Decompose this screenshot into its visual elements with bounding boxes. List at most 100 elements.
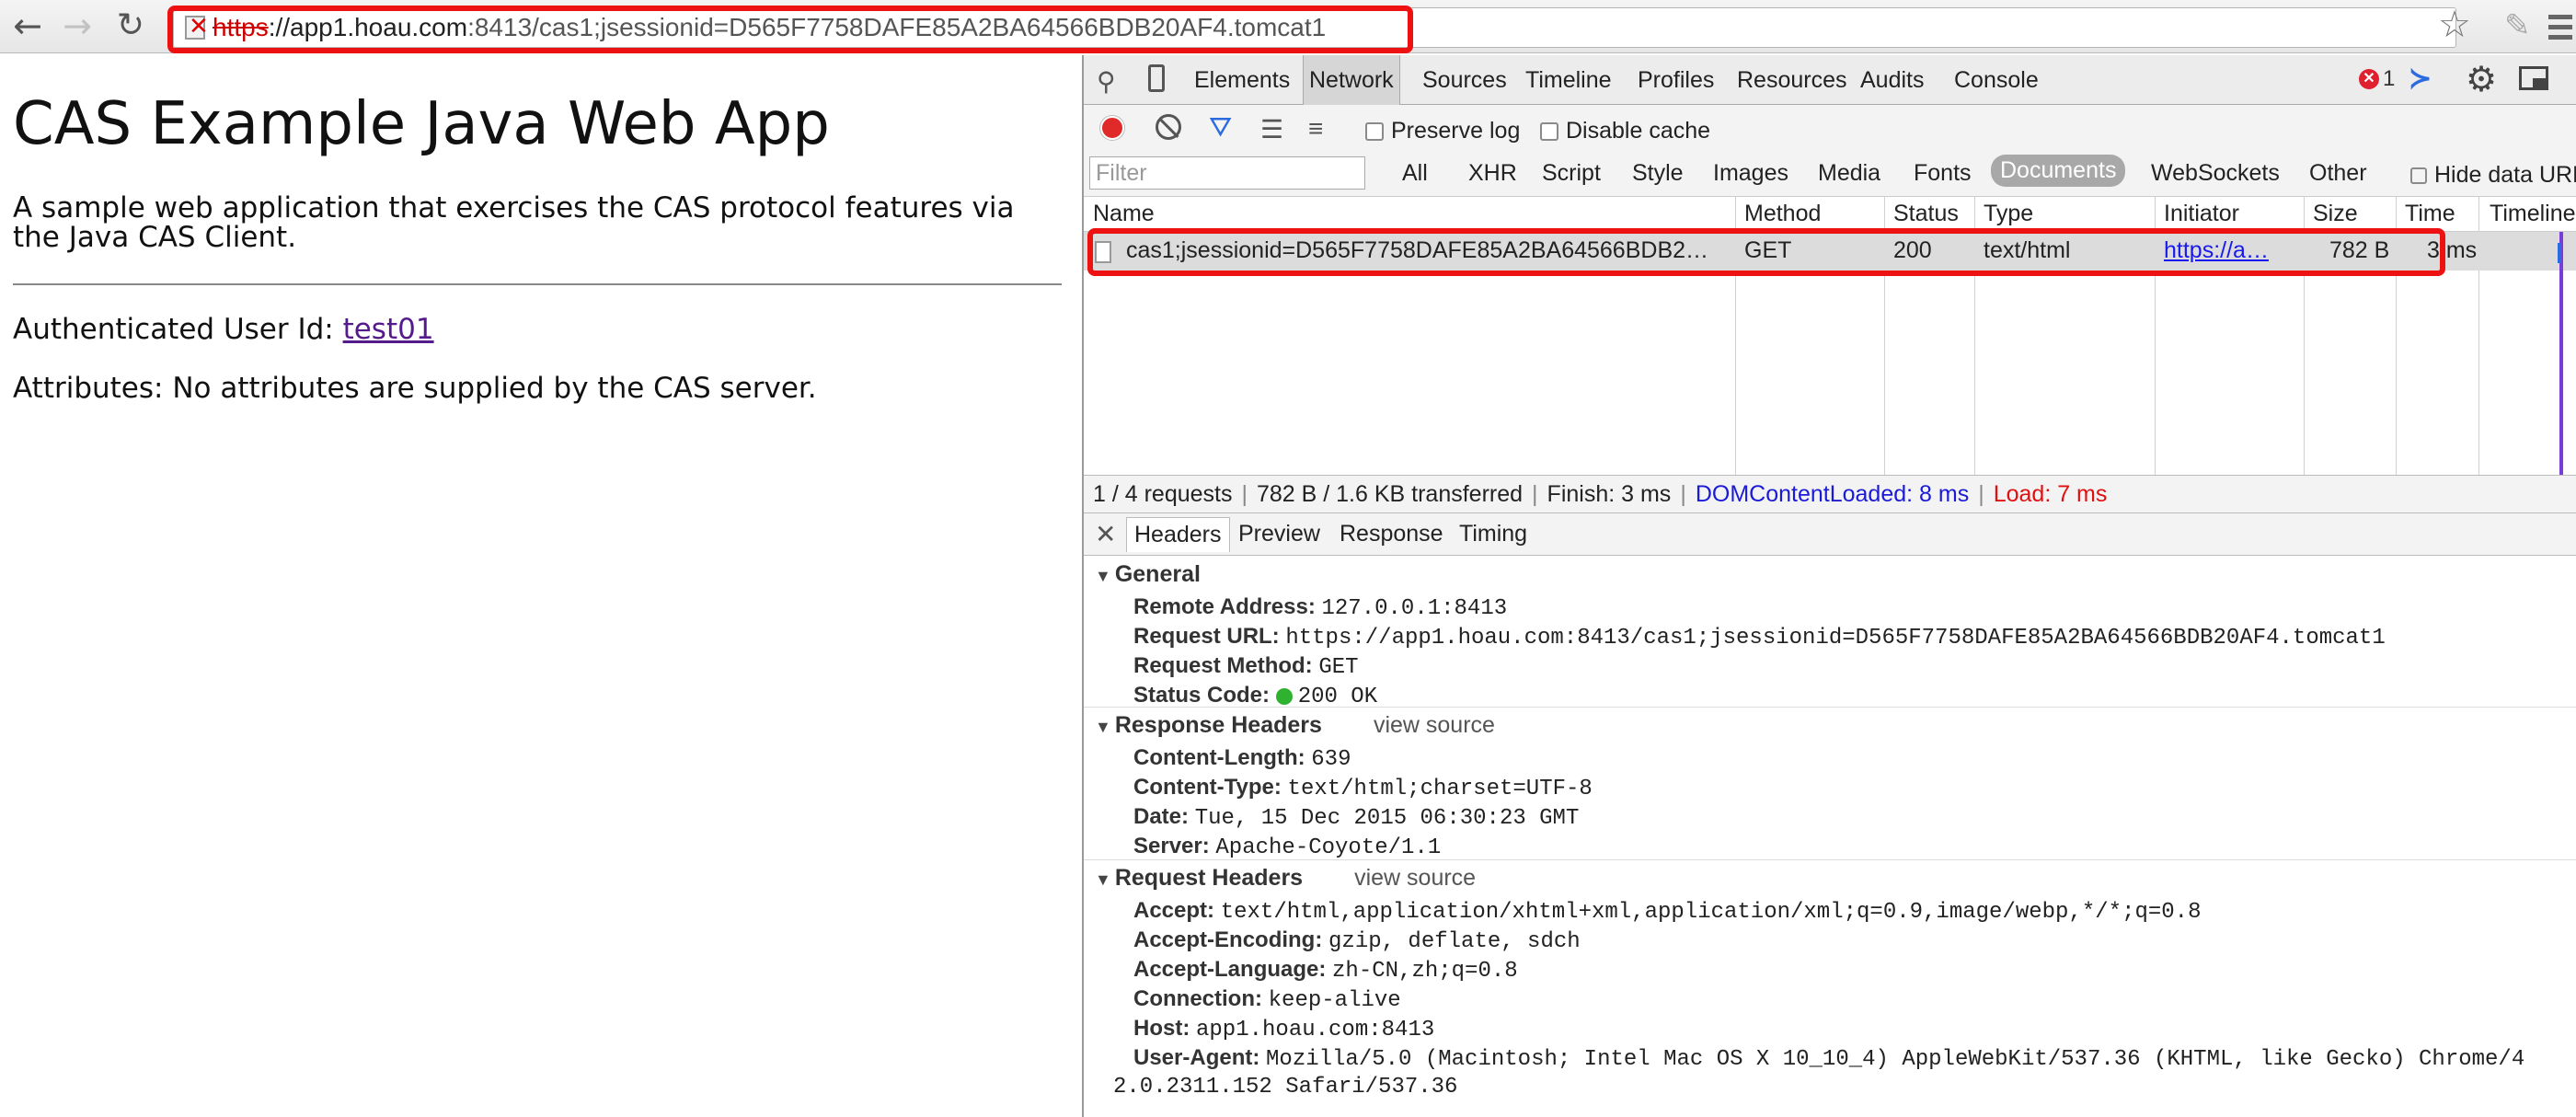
header-connection: Connection: keep-alive: [1133, 986, 1401, 1013]
request-count: 1 / 4 requests: [1093, 481, 1233, 507]
filter-style[interactable]: Style: [1632, 160, 1684, 187]
disable-cache-label: Disable cache: [1566, 118, 1711, 144]
column-type[interactable]: Type: [1984, 201, 2033, 227]
web-page: CAS Example Java Web App A sample web ap…: [0, 55, 1082, 1117]
filter-bar: Filter All XHR Script Style Images Media…: [1084, 151, 2576, 197]
filter-input[interactable]: Filter: [1089, 156, 1365, 190]
header-accept: Accept: text/html,application/xhtml+xml,…: [1133, 898, 2202, 925]
column-timeline[interactable]: Timeline: [2490, 201, 2576, 227]
tab-timeline[interactable]: Timeline: [1525, 55, 1612, 105]
devtools-tab-bar: ⚲ Elements Network Sources Timeline Prof…: [1084, 55, 2576, 105]
cell-initiator: https://a…: [2164, 237, 2300, 264]
column-method[interactable]: Method: [1744, 201, 1821, 227]
forward-arrow-icon[interactable]: →: [57, 6, 98, 46]
filter-documents[interactable]: Documents: [1991, 155, 2126, 187]
browser-toolbar: ← → ↻ ✕ https://app1.hoau.com:8413/cas1;…: [0, 0, 2576, 53]
devtools-panel: ⚲ Elements Network Sources Timeline Prof…: [1082, 55, 2576, 1117]
expand-triangle-icon: ▼: [1095, 870, 1111, 889]
settings-gear-icon[interactable]: ⚙: [2466, 59, 2497, 100]
load-event-marker: [2559, 232, 2563, 475]
device-mode-icon[interactable]: [1148, 64, 1165, 92]
filter-all[interactable]: All: [1402, 160, 1428, 187]
large-rows-icon[interactable]: ☰: [1260, 114, 1283, 144]
filter-media[interactable]: Media: [1818, 160, 1880, 187]
document-icon: [1095, 241, 1111, 263]
filter-funnel-icon[interactable]: ⛛: [1209, 112, 1232, 144]
load-time: Load: 7 ms: [1993, 481, 2108, 507]
tab-elements[interactable]: Elements: [1194, 55, 1290, 105]
reload-icon[interactable]: ↻: [110, 6, 151, 46]
dom-content-loaded-time: DOMContentLoaded: 8 ms: [1695, 481, 1970, 507]
preserve-log-label: Preserve log: [1391, 118, 1521, 144]
menu-icon[interactable]: [2548, 9, 2576, 45]
console-drawer-icon[interactable]: ≻: [2409, 63, 2432, 95]
column-status[interactable]: Status: [1893, 201, 1959, 227]
divider: [13, 283, 1062, 285]
network-toolbar: ⛛ ☰ ≡ Preserve log Disable cache: [1084, 105, 2576, 151]
tab-headers[interactable]: Headers: [1126, 517, 1230, 552]
url-path: :8413/cas1;jsessionid=D565F7758DAFE85A2B…: [467, 13, 1327, 41]
header-accept-language: Accept-Language: zh-CN,zh;q=0.8: [1133, 957, 1518, 984]
authenticated-user: Authenticated User Id: test01: [13, 313, 434, 346]
header-status-code: Status Code: 200 OK: [1133, 683, 1378, 709]
user-agent-continuation: 2.0.2311.152 Safari/537.36: [1113, 1075, 1458, 1100]
section-divider: [1084, 707, 2576, 708]
column-time[interactable]: Time: [2405, 201, 2455, 227]
error-count: 1: [2383, 66, 2396, 91]
back-arrow-icon[interactable]: ←: [7, 6, 48, 46]
checkbox-box: [2410, 167, 2427, 184]
page-description: A sample web application that exercises …: [13, 191, 1015, 254]
network-request-table: Name Method Status Type Initiator Size T…: [1084, 197, 2576, 475]
close-icon[interactable]: ✕: [1095, 519, 1116, 549]
filter-websockets[interactable]: WebSockets: [2151, 160, 2280, 187]
inspect-search-icon[interactable]: ⚲: [1097, 66, 1116, 97]
error-count-badge[interactable]: ✕ 1: [2359, 66, 2395, 92]
filter-fonts[interactable]: Fonts: [1914, 160, 1972, 187]
filter-script[interactable]: Script: [1542, 160, 1601, 187]
disable-cache-checkbox[interactable]: Disable cache: [1540, 118, 1710, 144]
header-host: Host: app1.hoau.com:8413: [1133, 1016, 1435, 1042]
user-id-link[interactable]: test01: [343, 313, 434, 346]
address-bar[interactable]: ✕ https://app1.hoau.com:8413/cas1;jsessi…: [173, 7, 2456, 48]
tab-audits[interactable]: Audits: [1860, 55, 1924, 105]
tab-sources[interactable]: Sources: [1422, 55, 1507, 105]
tab-response[interactable]: Response: [1340, 521, 1443, 547]
clear-icon[interactable]: [1156, 114, 1181, 140]
filter-xhr[interactable]: XHR: [1468, 160, 1517, 187]
tab-timing[interactable]: Timing: [1459, 521, 1527, 547]
preserve-log-checkbox[interactable]: Preserve log: [1365, 118, 1520, 144]
hide-data-urls-checkbox[interactable]: Hide data URLs: [2410, 162, 2576, 189]
table-row[interactable]: cas1;jsessionid=D565F7758DAFE85A2BA64566…: [1084, 232, 2576, 271]
overview-icon[interactable]: ≡: [1308, 114, 1323, 144]
finish-time: Finish: 3 ms: [1547, 481, 1672, 507]
cell-status: 200: [1893, 237, 1932, 263]
record-icon[interactable]: [1100, 116, 1124, 140]
section-general[interactable]: ▼ General: [1095, 561, 1201, 588]
section-request-headers[interactable]: ▼ Request Headers view source: [1095, 865, 1476, 892]
header-content-length: Content-Length: 639: [1133, 745, 1351, 772]
tab-console[interactable]: Console: [1954, 55, 2039, 105]
filter-images[interactable]: Images: [1713, 160, 1788, 187]
column-initiator[interactable]: Initiator: [2164, 201, 2239, 227]
tab-preview[interactable]: Preview: [1238, 521, 1320, 547]
tab-profiles[interactable]: Profiles: [1638, 55, 1714, 105]
section-response-headers[interactable]: ▼ Response Headers view source: [1095, 712, 1495, 739]
filter-other[interactable]: Other: [2309, 160, 2367, 187]
auth-label: Authenticated User Id:: [13, 313, 343, 346]
view-source-link[interactable]: view source: [1354, 865, 1476, 891]
cell-name: cas1;jsessionid=D565F7758DAFE85A2BA64566…: [1126, 237, 1709, 263]
header-content-type: Content-Type: text/html;charset=UTF-8: [1133, 775, 1593, 801]
tab-network[interactable]: Network: [1303, 55, 1400, 105]
expand-triangle-icon: ▼: [1095, 718, 1111, 736]
bookmark-star-icon[interactable]: ☆: [2438, 4, 2471, 46]
extension-icon[interactable]: ✎: [2504, 7, 2531, 44]
initiator-link[interactable]: https://a…: [2164, 237, 2269, 263]
tab-resources[interactable]: Resources: [1737, 55, 1847, 105]
dock-side-icon[interactable]: [2519, 66, 2548, 90]
column-name[interactable]: Name: [1093, 201, 1155, 227]
section-title: Request Headers: [1114, 865, 1304, 891]
url-text: ✕ https://app1.hoau.com:8413/cas1;jsessi…: [174, 8, 1326, 47]
header-server: Server: Apache-Coyote/1.1: [1133, 834, 1442, 860]
view-source-link[interactable]: view source: [1374, 712, 1495, 738]
column-size[interactable]: Size: [2313, 201, 2358, 227]
